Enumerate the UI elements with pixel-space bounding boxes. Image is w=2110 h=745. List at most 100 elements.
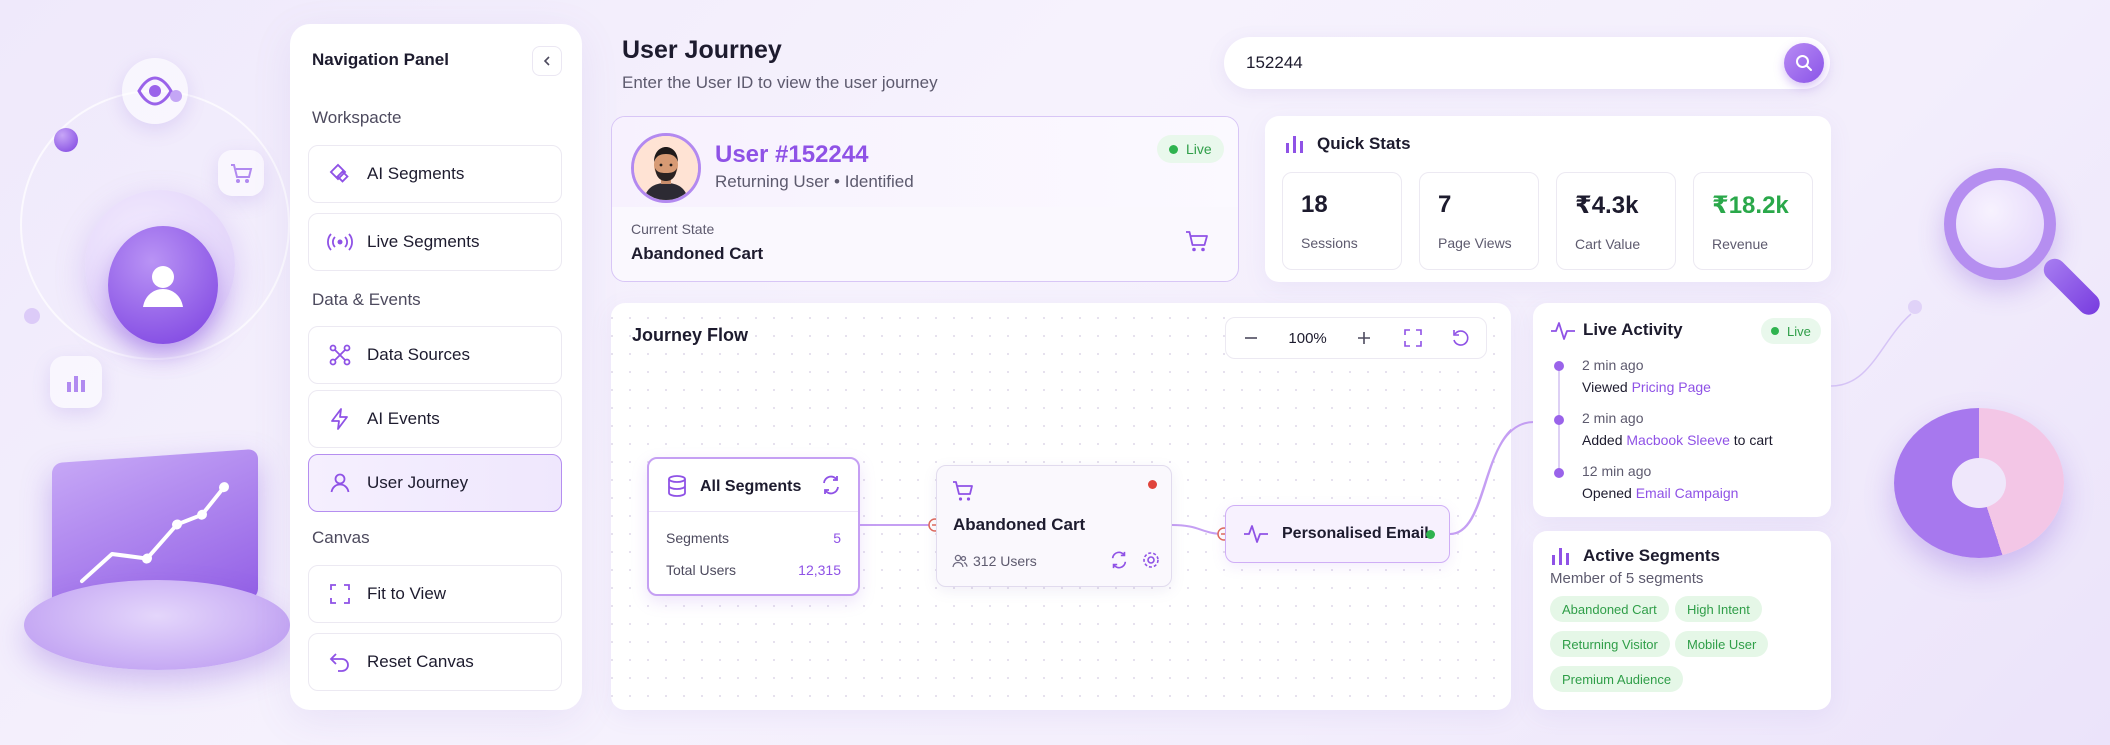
search-bar [1224, 37, 1830, 89]
activity-item: 2 min ago Added Macbook Sleeve to cart [1582, 410, 1773, 448]
journey-flow-canvas[interactable]: Journey Flow 100% All Segments Segments … [611, 303, 1511, 710]
node-all-segments[interactable]: All Segments Segments 5 Total Users 12,3… [647, 457, 860, 596]
activity-text: Added Macbook Sleeve to cart [1582, 432, 1773, 448]
undo-icon [327, 649, 353, 675]
cart-icon [951, 479, 975, 503]
nav-item-label: AI Events [367, 409, 440, 428]
donut-chart-icon [1894, 408, 2064, 558]
nav-section-canvas: Canvas [312, 528, 370, 547]
activity-link[interactable]: Email Campaign [1636, 485, 1739, 501]
activity-time: 12 min ago [1582, 463, 1652, 479]
activity-text: Viewed Pricing Page [1582, 379, 1711, 395]
stat-label: Sessions [1301, 235, 1358, 251]
search-icon [1796, 55, 1812, 71]
activity-item: 12 min ago Opened Email Campaign [1582, 463, 1738, 501]
nav-item-label: Reset Canvas [367, 652, 474, 671]
user-count: 312 Users [973, 553, 1037, 569]
search-button[interactable] [1784, 43, 1824, 83]
node-abandoned-cart[interactable]: Abandoned Cart 312 Users [936, 465, 1172, 587]
activity-item: 2 min ago Viewed Pricing Page [1582, 357, 1711, 395]
magnifier-icon [1944, 168, 2056, 280]
status-dot [1426, 530, 1435, 539]
live-badge-label: Live [1186, 141, 1212, 157]
quick-stats-card: Quick Stats 18 Sessions 7 Page Views ₹4.… [1265, 116, 1831, 282]
row-label: Total Users [666, 562, 737, 578]
stat-label: Cart Value [1575, 236, 1641, 252]
segment-tag[interactable]: Premium Audience [1550, 666, 1684, 692]
bar-chart-icon [50, 356, 102, 408]
nav-item-fit-to-view[interactable]: Fit to View [308, 565, 562, 623]
segment-tag[interactable]: Mobile User [1675, 631, 1769, 657]
activity-time: 2 min ago [1582, 357, 1644, 373]
nav-title: Navigation Panel [312, 50, 449, 69]
stat-value: ₹4.3k [1575, 192, 1639, 219]
refresh-icon[interactable] [1109, 550, 1129, 570]
segment-tag[interactable]: Abandoned Cart [1550, 596, 1669, 622]
nav-item-label: Data Sources [367, 345, 470, 364]
stat-label: Page Views [1438, 235, 1512, 251]
activity-link[interactable]: Pricing Page [1632, 379, 1711, 395]
lightning-icon [327, 406, 353, 432]
user-name: User #152244 [715, 141, 869, 168]
stat-sessions: 18 Sessions [1282, 172, 1402, 270]
chevron-left-icon [543, 56, 550, 66]
timeline-dot [1554, 415, 1564, 425]
avatar [631, 133, 701, 203]
status-dot [1148, 480, 1157, 489]
nav-item-live-segments[interactable]: Live Segments [308, 213, 562, 271]
current-state-label: Current State [631, 221, 715, 237]
nav-item-reset-canvas[interactable]: Reset Canvas [308, 633, 562, 691]
refresh-icon[interactable] [820, 474, 842, 496]
search-input[interactable] [1246, 53, 1766, 73]
stat-label: Revenue [1712, 236, 1769, 252]
row-label: Segments [666, 530, 730, 546]
live-badge: Live [1157, 135, 1224, 163]
node-title: Abandoned Cart [953, 515, 1086, 534]
live-activity-card: Live Activity Live 2 min ago Viewed Pric… [1533, 303, 1831, 517]
nav-section-data-events: Data & Events [312, 290, 421, 309]
active-segments-title: Active Segments [1583, 546, 1720, 565]
page-title: User Journey [622, 36, 782, 64]
current-state-value: Abandoned Cart [631, 244, 764, 263]
settings-icon[interactable] [1141, 550, 1161, 570]
node-personalised-email[interactable]: Personalised Email [1225, 505, 1450, 563]
decorative-illustration [0, 0, 290, 745]
users-icon [952, 554, 968, 568]
stat-revenue: ₹18.2k Revenue [1693, 172, 1813, 270]
nav-item-ai-events[interactable]: AI Events [308, 390, 562, 448]
cart-icon [218, 150, 264, 196]
row-value: 12,315 [798, 562, 841, 578]
broadcast-icon [327, 229, 353, 255]
activity-pulse-icon [1550, 320, 1576, 342]
user-card: User #152244 Returning User • Identified… [611, 116, 1239, 282]
stat-value: 18 [1301, 191, 1328, 218]
nav-item-data-sources[interactable]: Data Sources [308, 326, 562, 384]
activity-time: 2 min ago [1582, 410, 1644, 426]
nav-item-user-journey[interactable]: User Journey [308, 454, 562, 512]
activity-link[interactable]: Macbook Sleeve [1626, 432, 1730, 448]
row-value: 5 [833, 530, 841, 546]
nav-section-workspace: Workspacte [312, 108, 402, 127]
timeline-dot [1554, 468, 1564, 478]
active-segments-subtitle: Member of 5 segments [1550, 570, 1704, 587]
nav-item-label: Fit to View [367, 584, 447, 603]
nav-item-label: AI Segments [367, 164, 465, 183]
live-dot [1169, 144, 1178, 154]
stat-page-views: 7 Page Views [1419, 172, 1539, 270]
active-segments-card: Active Segments Member of 5 segments Aba… [1533, 531, 1831, 710]
database-icon [666, 474, 688, 498]
collapse-nav-button[interactable] [532, 46, 562, 76]
stat-value: ₹18.2k [1712, 192, 1789, 219]
diamond-icon [327, 161, 353, 187]
nav-item-ai-segments[interactable]: AI Segments [308, 145, 562, 203]
user-avatar-icon [108, 226, 218, 344]
segment-tag[interactable]: Returning Visitor [1550, 631, 1670, 657]
node-title: Personalised Email [1282, 525, 1429, 542]
activity-connector [1450, 421, 1535, 535]
segment-tag[interactable]: High Intent [1675, 596, 1762, 622]
user-type: Returning User • Identified [715, 172, 914, 191]
timeline-dot [1554, 361, 1564, 371]
live-badge: Live [1761, 318, 1821, 344]
bar-chart-icon [1550, 545, 1572, 567]
node-title: All Segments [700, 478, 802, 495]
